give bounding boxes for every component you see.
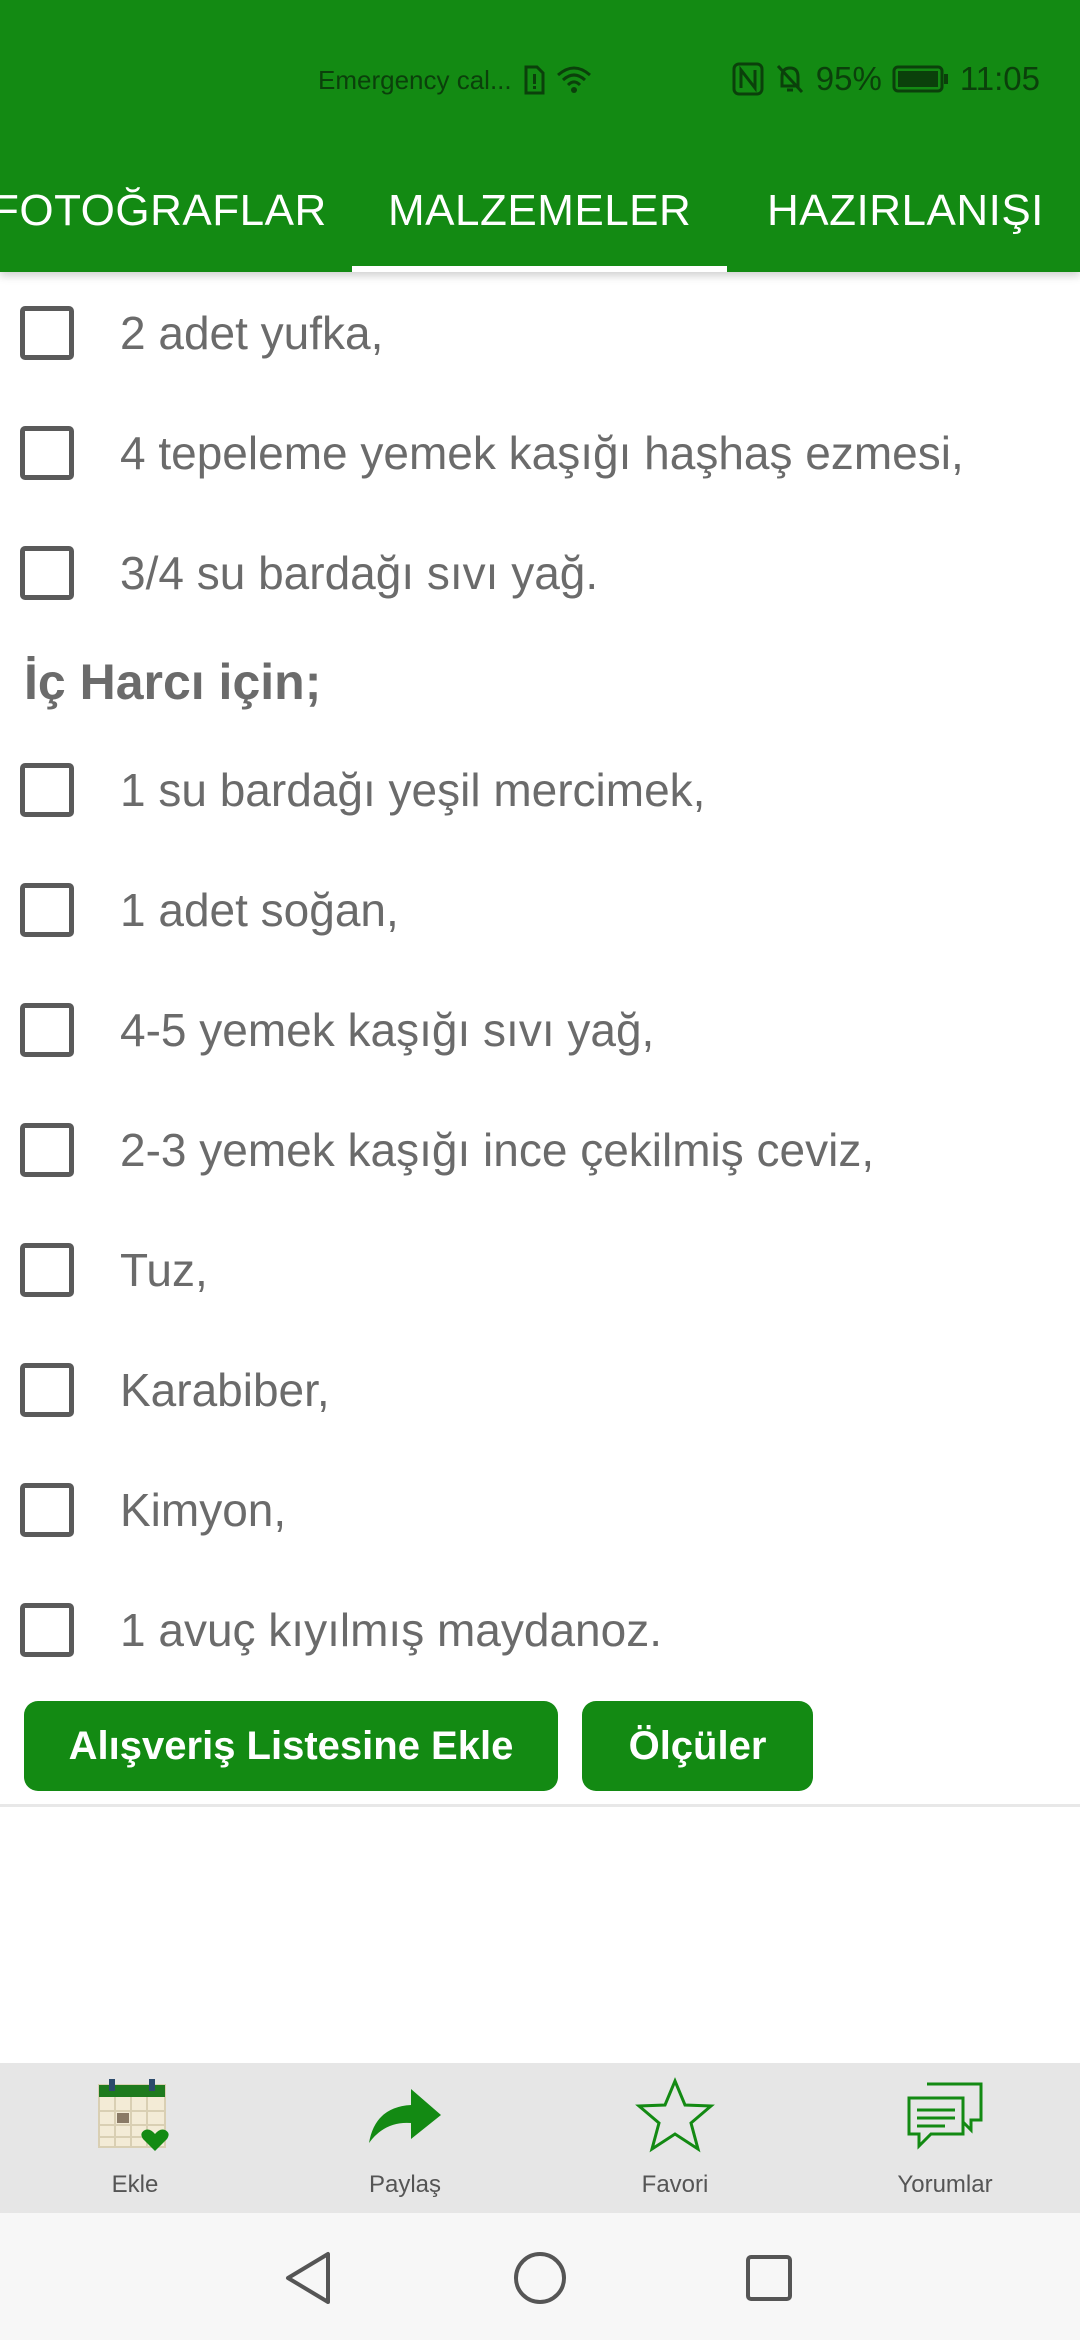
ingredient-checkbox[interactable] xyxy=(20,1003,74,1057)
tab-preparation[interactable]: HAZIRLANIŞI xyxy=(767,150,1044,272)
ingredient-checkbox[interactable] xyxy=(20,1123,74,1177)
bottom-item-add-label: Ekle xyxy=(111,2171,159,2198)
bottom-item-favorite[interactable]: Favori xyxy=(540,2063,810,2213)
app-header: Emergency cal... 95% 11:05 FOTOĞRAFLAR M… xyxy=(0,0,1080,272)
wifi-icon xyxy=(556,65,592,95)
ingredient-text: 1 adet soğan, xyxy=(120,884,399,936)
ingredient-checkbox[interactable] xyxy=(20,883,74,937)
back-icon[interactable] xyxy=(263,2233,353,2323)
ingredient-row[interactable]: Karabiber, xyxy=(0,1330,1080,1450)
ingredient-checkbox[interactable] xyxy=(20,426,74,480)
ingredient-row[interactable]: 2-3 yemek kaşığı ince çekilmiş ceviz, xyxy=(0,1090,1080,1210)
section-heading-filling: İç Harcı için; xyxy=(24,654,322,710)
bottom-item-comments[interactable]: Yorumlar xyxy=(810,2063,1080,2213)
ingredient-text: 3/4 su bardağı sıvı yağ. xyxy=(120,547,599,599)
ingredient-text: 2-3 yemek kaşığı ince çekilmiş ceviz, xyxy=(120,1124,875,1176)
ingredient-row[interactable]: 4 tepeleme yemek kaşığı haşhaş ezmesi, xyxy=(0,393,1080,513)
ingredient-text: 4-5 yemek kaşığı sıvı yağ, xyxy=(120,1004,655,1056)
content-divider xyxy=(0,1804,1080,1807)
bottom-item-share[interactable]: Paylaş xyxy=(270,2063,540,2213)
ingredient-text: Tuz, xyxy=(120,1244,208,1296)
ingredient-text: 1 avuç kıyılmış maydanoz. xyxy=(120,1604,662,1656)
comments-icon xyxy=(900,2075,990,2155)
battery-percent: 95% xyxy=(815,60,882,97)
ingredient-text: 1 su bardağı yeşil mercimek, xyxy=(120,764,706,816)
star-icon xyxy=(630,2075,720,2155)
tab-ingredients[interactable]: MALZEMELER xyxy=(351,150,728,272)
recents-icon[interactable] xyxy=(724,2233,814,2323)
bottom-item-share-label: Paylaş xyxy=(368,2171,442,2198)
status-right: 95% 11:05 xyxy=(732,56,1040,102)
measures-button[interactable]: Ölçüler xyxy=(582,1701,813,1791)
nfc-icon xyxy=(732,62,764,96)
home-icon[interactable] xyxy=(495,2233,585,2323)
battery-icon xyxy=(892,65,950,93)
ingredient-checkbox[interactable] xyxy=(20,1363,74,1417)
bottom-item-favorite-label: Favori xyxy=(641,2171,709,2198)
ingredient-checkbox[interactable] xyxy=(20,546,74,600)
tab-bar: FOTOĞRAFLAR MALZEMELER HAZIRLANIŞI xyxy=(0,150,1080,272)
ingredient-row[interactable]: 3/4 su bardağı sıvı yağ. xyxy=(0,513,1080,633)
ingredient-text: Karabiber, xyxy=(120,1364,330,1416)
calendar-heart-icon xyxy=(90,2075,180,2155)
ingredient-row[interactable]: Kimyon, xyxy=(0,1450,1080,1570)
ingredient-row[interactable]: 1 adet soğan, xyxy=(0,850,1080,970)
ingredient-checkbox[interactable] xyxy=(20,763,74,817)
ingredient-text: Kimyon, xyxy=(120,1484,287,1536)
ingredient-checkbox[interactable] xyxy=(20,1483,74,1537)
ingredient-row[interactable]: 1 avuç kıyılmış maydanoz. xyxy=(0,1570,1080,1690)
share-arrow-icon xyxy=(360,2075,450,2155)
status-left: Emergency cal... xyxy=(318,58,592,102)
bell-off-icon xyxy=(774,62,806,96)
clock-time: 11:05 xyxy=(959,60,1040,97)
system-nav-bar xyxy=(0,2213,1080,2340)
ingredient-row[interactable]: 1 su bardağı yeşil mercimek, xyxy=(0,730,1080,850)
ingredient-text: 4 tepeleme yemek kaşığı haşhaş ezmesi, xyxy=(120,427,964,479)
ingredient-checkbox[interactable] xyxy=(20,1603,74,1657)
bottom-item-add[interactable]: Ekle xyxy=(0,2063,270,2213)
status-bar: Emergency cal... 95% 11:05 xyxy=(0,0,1080,150)
ingredient-row[interactable]: Tuz, xyxy=(0,1210,1080,1330)
ingredient-row[interactable]: 2 adet yufka, xyxy=(0,273,1080,393)
add-to-shopping-list-button[interactable]: Alışveriş Listesine Ekle xyxy=(24,1701,558,1791)
ingredient-text: 2 adet yufka, xyxy=(120,307,384,359)
ingredient-checkbox[interactable] xyxy=(20,306,74,360)
sim-alert-icon xyxy=(522,65,546,95)
ingredient-checkbox[interactable] xyxy=(20,1243,74,1297)
bottom-action-bar: Ekle Paylaş Favori Yorumlar xyxy=(0,2063,1080,2213)
carrier-text: Emergency cal... xyxy=(318,64,512,95)
tab-photos[interactable]: FOTOĞRAFLAR xyxy=(0,150,327,272)
ingredient-row[interactable]: 4-5 yemek kaşığı sıvı yağ, xyxy=(0,970,1080,1090)
bottom-item-comments-label: Yorumlar xyxy=(897,2171,993,2198)
